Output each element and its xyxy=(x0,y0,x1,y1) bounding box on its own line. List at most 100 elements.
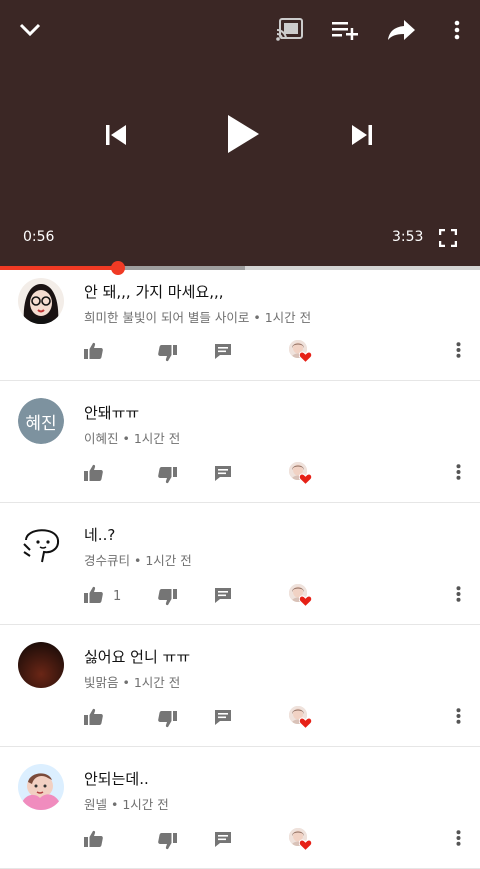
comment-author[interactable]: 희미한 불빛이 되어 별들 사이로 xyxy=(84,310,249,325)
video-player[interactable]: 0:56 3:53 xyxy=(0,0,480,268)
avatar-initials: 혜진 xyxy=(18,398,64,444)
dislike-button[interactable] xyxy=(158,589,177,610)
comment-text: 싫어요 언니 ㅠㅠ xyxy=(84,648,191,666)
thumbs-down-icon xyxy=(158,711,177,732)
meta-separator: • xyxy=(249,310,265,325)
comment-actions xyxy=(0,705,480,732)
meta-separator: • xyxy=(118,431,134,446)
comment-meta: 빛맑음 • 1시간 전 xyxy=(84,672,180,691)
comment-item: 네..? 경수큐티 • 1시간 전 1 xyxy=(0,503,480,625)
dislike-button[interactable] xyxy=(158,711,177,732)
like-button[interactable] xyxy=(84,464,113,485)
heart-icon xyxy=(298,714,313,733)
avatar[interactable] xyxy=(18,764,64,810)
more-vert-icon xyxy=(456,830,461,850)
more-vert-icon[interactable] xyxy=(446,16,468,44)
comment-time: 1시간 전 xyxy=(264,310,312,325)
like-button[interactable] xyxy=(84,830,113,851)
thumbs-down-icon xyxy=(158,345,177,366)
comment-meta: 경수큐티 • 1시간 전 xyxy=(84,550,192,569)
thumbs-down-icon xyxy=(158,467,177,488)
comment-author[interactable]: 이혜진 xyxy=(84,431,119,446)
avatar[interactable] xyxy=(18,520,64,566)
comment-actions: 1 xyxy=(0,583,480,610)
thumbs-down-icon xyxy=(158,833,177,854)
dislike-button[interactable] xyxy=(158,833,177,854)
comment-text: 안돼ㅠㅠ xyxy=(84,404,140,422)
comment-actions xyxy=(0,339,480,366)
creator-heart xyxy=(289,462,313,486)
skip-next-icon[interactable] xyxy=(344,118,380,152)
reply-button[interactable] xyxy=(214,709,232,730)
meta-separator: • xyxy=(130,553,146,568)
reply-button[interactable] xyxy=(214,465,232,486)
creator-heart xyxy=(289,340,313,364)
comment-list: 안 돼,,, 가지 마세요,,, 희미한 불빛이 되어 별들 사이로 • 1시간 … xyxy=(0,270,480,869)
play-icon[interactable] xyxy=(220,108,266,160)
reply-button[interactable] xyxy=(214,587,232,608)
thumbs-up-icon xyxy=(84,830,103,851)
fullscreen-icon[interactable] xyxy=(436,226,460,250)
creator-heart xyxy=(289,584,313,608)
comment-time: 1시간 전 xyxy=(133,431,181,446)
thumbs-up-icon xyxy=(84,708,103,729)
comment-item: 안되는데.. 원넬 • 1시간 전 xyxy=(0,747,480,869)
more-vert-icon xyxy=(456,342,461,362)
comment-meta: 희미한 불빛이 되어 별들 사이로 • 1시간 전 xyxy=(84,307,311,326)
creator-heart xyxy=(289,706,313,730)
comment-item: 싫어요 언니 ㅠㅠ 빛맑음 • 1시간 전 xyxy=(0,625,480,747)
meta-separator: • xyxy=(118,675,134,690)
heart-icon xyxy=(298,592,313,611)
avatar[interactable]: 혜진 xyxy=(18,398,64,444)
skip-previous-icon[interactable] xyxy=(98,118,134,152)
chevron-down-icon[interactable] xyxy=(14,14,46,46)
thumbs-up-icon xyxy=(84,342,103,363)
comment-icon xyxy=(214,465,232,486)
like-button[interactable]: 1 xyxy=(84,586,121,607)
comment-actions xyxy=(0,461,480,488)
comment-icon xyxy=(214,343,232,364)
comment-author[interactable]: 빛맑음 xyxy=(84,675,119,690)
comment-more-button[interactable] xyxy=(456,464,461,484)
comment-more-button[interactable] xyxy=(456,830,461,850)
comment-item: 혜진 안돼ㅠㅠ 이혜진 • 1시간 전 xyxy=(0,381,480,503)
avatar[interactable] xyxy=(18,278,64,324)
meta-separator: • xyxy=(107,797,123,812)
heart-icon xyxy=(298,348,313,367)
like-button[interactable] xyxy=(84,708,113,729)
more-vert-icon xyxy=(456,708,461,728)
comment-icon xyxy=(214,831,232,852)
comment-meta: 이혜진 • 1시간 전 xyxy=(84,428,180,447)
comment-time: 1시간 전 xyxy=(133,675,181,690)
comment-icon xyxy=(214,709,232,730)
comment-actions xyxy=(0,827,480,854)
comment-author[interactable]: 경수큐티 xyxy=(84,553,130,568)
add-to-queue-icon[interactable] xyxy=(330,16,360,44)
comment-text: 안 돼,,, 가지 마세요,,, xyxy=(84,283,224,301)
like-count: 1 xyxy=(113,589,122,604)
comment-author[interactable]: 원넬 xyxy=(84,797,107,812)
reply-button[interactable] xyxy=(214,343,232,364)
comment-more-button[interactable] xyxy=(456,342,461,362)
comment-icon xyxy=(214,587,232,608)
cast-icon[interactable] xyxy=(274,16,306,44)
comment-time: 1시간 전 xyxy=(122,797,169,812)
share-icon[interactable] xyxy=(386,16,418,44)
comment-text: 안되는데.. xyxy=(84,770,149,788)
comment-text: 네..? xyxy=(84,526,116,544)
comment-time: 1시간 전 xyxy=(145,553,192,568)
creator-heart xyxy=(289,828,313,852)
dislike-button[interactable] xyxy=(158,345,177,366)
more-vert-icon xyxy=(456,464,461,484)
dislike-button[interactable] xyxy=(158,467,177,488)
reply-button[interactable] xyxy=(214,831,232,852)
comment-meta: 원넬 • 1시간 전 xyxy=(84,794,169,813)
thumbs-down-icon xyxy=(158,589,177,610)
like-button[interactable] xyxy=(84,342,113,363)
current-time: 0:56 xyxy=(23,229,55,245)
thumbs-up-icon xyxy=(84,464,103,485)
comment-more-button[interactable] xyxy=(456,708,461,728)
avatar[interactable] xyxy=(18,642,64,688)
comment-more-button[interactable] xyxy=(456,586,461,606)
more-vert-icon xyxy=(456,586,461,606)
